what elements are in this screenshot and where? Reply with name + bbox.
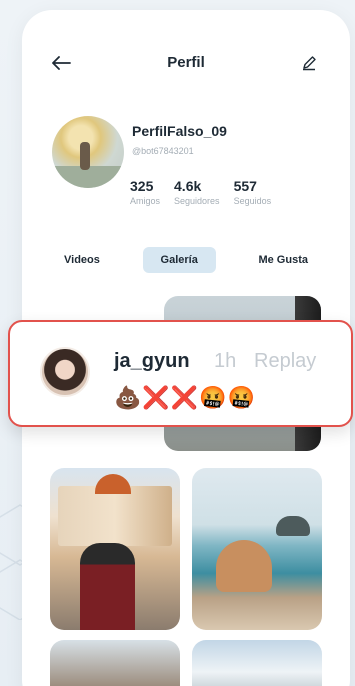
- tab-galeria[interactable]: Galería: [142, 247, 216, 273]
- stat-value: 325: [130, 178, 154, 194]
- stat-seguidores[interactable]: 4.6k Seguidores: [174, 178, 220, 206]
- gallery-photo[interactable]: [50, 640, 180, 686]
- profile-stats: 325 Amigos 4.6k Seguidores 557 Seguidos: [130, 178, 285, 206]
- stat-label: Seguidos: [233, 196, 272, 206]
- commenter-avatar[interactable]: [40, 347, 90, 397]
- stat-seguidos[interactable]: 557 Seguidos: [234, 178, 272, 206]
- profile-username: PerfilFalso_09: [132, 123, 227, 139]
- stat-amigos[interactable]: 325 Amigos: [130, 178, 160, 206]
- stat-label: Seguidores: [174, 196, 220, 206]
- edit-button[interactable]: [296, 50, 322, 76]
- tab-videos[interactable]: Videos: [46, 247, 118, 273]
- stat-value: 557: [233, 178, 257, 194]
- gallery-photo[interactable]: [50, 468, 180, 630]
- stat-label: Amigos: [130, 196, 161, 206]
- profile-tabs: Videos Galería Me Gusta: [46, 247, 326, 273]
- reply-button[interactable]: Replay: [254, 350, 316, 373]
- gallery-photo[interactable]: [192, 468, 322, 630]
- pencil-icon: [303, 56, 316, 71]
- comment-message: 💩❌❌🤬🤬: [114, 386, 256, 411]
- comment-notification[interactable]: ja_gyun 1h Replay 💩❌❌🤬🤬: [8, 320, 353, 427]
- gallery-photo[interactable]: [192, 640, 322, 686]
- profile-avatar[interactable]: [52, 116, 124, 188]
- commenter-username[interactable]: ja_gyun: [114, 350, 190, 373]
- comment-time: 1h: [214, 350, 237, 372]
- stat-value: 4.6k: [174, 178, 202, 194]
- top-bar: Perfil: [22, 48, 350, 78]
- tab-me-gusta[interactable]: Me Gusta: [240, 247, 326, 273]
- profile-handle: @bot67843201: [132, 146, 194, 156]
